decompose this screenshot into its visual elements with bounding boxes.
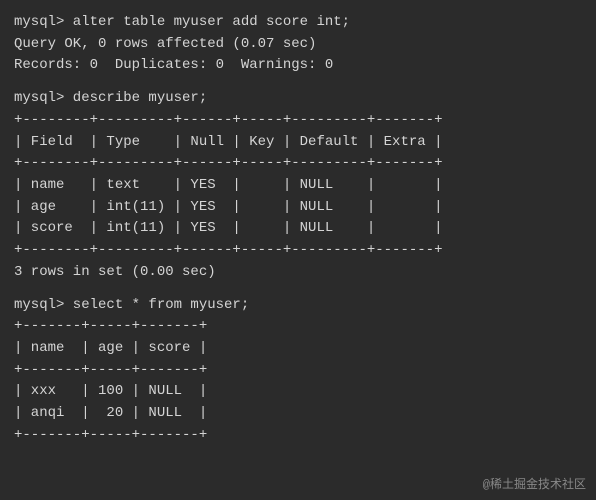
terminal-line-14: mysql> select * from myuser;: [14, 295, 582, 317]
terminal-line-11: +--------+---------+------+-----+-------…: [14, 240, 582, 262]
terminal-line-4: mysql> describe myuser;: [14, 88, 582, 110]
terminal-container: mysql> alter table myuser add score int;…: [14, 12, 582, 446]
terminal-line-18: | xxx | 100 | NULL |: [14, 381, 582, 403]
terminal-line-5: +--------+---------+------+-----+-------…: [14, 110, 582, 132]
terminal-line-7: +--------+---------+------+-----+-------…: [14, 153, 582, 175]
terminal-line-0: mysql> alter table myuser add score int;: [14, 12, 582, 34]
terminal-line-3: [14, 77, 582, 88]
terminal-line-6: | Field | Type | Null | Key | Default | …: [14, 132, 582, 154]
terminal-line-19: | anqi | 20 | NULL |: [14, 403, 582, 425]
terminal-line-13: [14, 283, 582, 294]
terminal-line-16: | name | age | score |: [14, 338, 582, 360]
terminal-line-20: +-------+-----+-------+: [14, 425, 582, 447]
terminal-line-12: 3 rows in set (0.00 sec): [14, 262, 582, 284]
terminal-line-2: Records: 0 Duplicates: 0 Warnings: 0: [14, 55, 582, 77]
terminal-line-15: +-------+-----+-------+: [14, 316, 582, 338]
terminal-line-8: | name | text | YES | | NULL | |: [14, 175, 582, 197]
terminal-line-17: +-------+-----+-------+: [14, 360, 582, 382]
watermark: @稀土掘金技术社区: [483, 475, 586, 492]
terminal-line-1: Query OK, 0 rows affected (0.07 sec): [14, 34, 582, 56]
terminal-line-10: | score | int(11) | YES | | NULL | |: [14, 218, 582, 240]
terminal-line-9: | age | int(11) | YES | | NULL | |: [14, 197, 582, 219]
